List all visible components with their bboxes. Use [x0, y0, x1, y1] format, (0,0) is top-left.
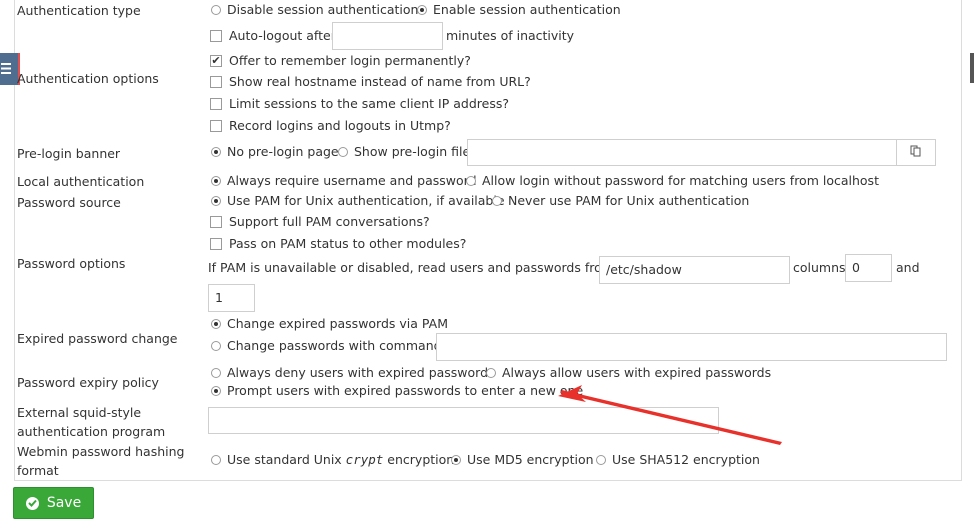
record-utmp-checkbox[interactable]: Record logins and logouts in Utmp? — [210, 117, 451, 135]
hash-sha512-radio[interactable]: Use SHA512 encryption — [596, 451, 760, 469]
auth-options-label: Authentication options — [17, 71, 159, 86]
radio-deny-expired[interactable] — [211, 368, 221, 378]
auth-type-label: Authentication type — [17, 3, 141, 18]
checkbox-remember[interactable]: ✔ — [210, 55, 222, 67]
file-chooser-icon — [910, 145, 922, 160]
external-squid-label-line2: authentication program — [17, 424, 166, 439]
checkbox-full-pam[interactable] — [210, 216, 222, 228]
password-source-label: Password source — [17, 195, 121, 210]
radio-prelogin-file[interactable] — [338, 147, 348, 157]
change-with-command-radio[interactable]: Change passwords with command: — [211, 337, 446, 355]
auth-type-enable-radio[interactable]: Enable session authentication — [417, 1, 621, 19]
radio-prelogin-none[interactable] — [211, 147, 221, 157]
prelogin-banner-label: Pre-login banner — [17, 146, 121, 161]
local-auth-label: Local authentication — [17, 174, 145, 189]
save-button-label: Save — [46, 495, 82, 511]
allow-expired-radio[interactable]: Always allow users with expired password… — [486, 364, 771, 382]
columns-input[interactable]: 0 — [845, 254, 892, 282]
hashing-label-line1: Webmin password hashing — [17, 444, 185, 459]
radio-via-pam[interactable] — [211, 319, 221, 329]
radio-with-command[interactable] — [211, 341, 221, 351]
hashing-label-line2: format — [17, 463, 59, 478]
local-auth-always-radio[interactable]: Always require username and password — [211, 172, 477, 190]
columns-label: columns — [793, 260, 846, 275]
radio-local-always[interactable] — [211, 176, 221, 186]
real-hostname-checkbox[interactable]: Show real hostname instead of name from … — [210, 73, 531, 91]
panel-border-bottom — [14, 480, 962, 481]
radio-enable[interactable] — [417, 5, 427, 15]
checkbox-autologout[interactable] — [210, 30, 222, 42]
prompt-expired-radio[interactable]: Prompt users with expired passwords to e… — [211, 382, 583, 400]
checkbox-record-utmp[interactable] — [210, 120, 222, 132]
autologout-suffix: minutes of inactivity — [446, 28, 575, 43]
never-pam-radio[interactable]: Never use PAM for Unix authentication — [492, 192, 749, 210]
password-file-input[interactable]: /etc/shadow — [599, 256, 790, 284]
local-auth-allow-radio[interactable]: Allow login without password for matchin… — [466, 172, 879, 190]
deny-expired-radio[interactable]: Always deny users with expired passwords — [211, 364, 495, 382]
annotation-arrow — [558, 385, 782, 445]
prelogin-none-radio[interactable]: No pre-login page — [211, 143, 339, 161]
crypt-code: crypt — [345, 452, 384, 467]
file-chooser-button[interactable] — [896, 139, 936, 166]
panel-border-right — [961, 0, 962, 480]
limit-ip-checkbox[interactable]: Limit sessions to the same client IP add… — [210, 95, 509, 113]
hash-md5-radio[interactable]: Use MD5 encryption — [451, 451, 594, 469]
checkbox-pass-status[interactable] — [210, 238, 222, 250]
expiry-policy-label: Password expiry policy — [17, 375, 159, 390]
autologout-checkbox[interactable]: Auto-logout after — [210, 27, 336, 45]
auth-type-disable-radio[interactable]: Disable session authentication — [211, 1, 418, 19]
prelogin-file-input[interactable] — [467, 139, 897, 166]
radio-local-allow[interactable] — [466, 176, 476, 186]
pass-pam-status-checkbox[interactable]: Pass on PAM status to other modules? — [210, 235, 466, 253]
checkbox-limit-ip[interactable] — [210, 98, 222, 110]
radio-hash-crypt[interactable] — [211, 455, 221, 465]
and-label: and — [896, 260, 920, 275]
change-command-input[interactable] — [436, 333, 947, 361]
external-squid-label-line1: External squid-style — [17, 405, 142, 420]
radio-allow-expired[interactable] — [486, 368, 496, 378]
save-button[interactable]: Save — [13, 487, 94, 519]
remember-login-checkbox[interactable]: ✔ Offer to remember login permanently? — [210, 52, 471, 70]
radio-disable[interactable] — [211, 5, 221, 15]
full-pam-checkbox[interactable]: Support full PAM conversations? — [210, 213, 430, 231]
radio-prompt-expired[interactable] — [211, 386, 221, 396]
password-options-label: Password options — [17, 256, 126, 271]
radio-hash-md5[interactable] — [451, 455, 461, 465]
radio-hash-sha512[interactable] — [596, 455, 606, 465]
password-file-prefix: If PAM is unavailable or disabled, read … — [208, 260, 637, 275]
autologout-minutes-input[interactable] — [332, 22, 443, 50]
prelogin-file-radio[interactable]: Show pre-login file — [338, 143, 470, 161]
change-via-pam-radio[interactable]: Change expired passwords via PAM — [211, 315, 448, 333]
scrollbar-handle[interactable] — [970, 53, 974, 83]
radio-use-pam[interactable] — [211, 196, 221, 206]
expired-change-label: Expired password change — [17, 331, 178, 346]
radio-never-pam[interactable] — [492, 196, 502, 206]
second-column-input[interactable]: 1 — [208, 284, 255, 312]
check-circle-icon — [25, 496, 39, 510]
checkbox-real-hostname[interactable] — [210, 76, 222, 88]
use-pam-radio[interactable]: Use PAM for Unix authentication, if avai… — [211, 192, 505, 210]
hamburger-menu-icon — [1, 62, 11, 77]
hash-crypt-radio[interactable]: Use standard Unix crypt encryption — [211, 451, 454, 469]
